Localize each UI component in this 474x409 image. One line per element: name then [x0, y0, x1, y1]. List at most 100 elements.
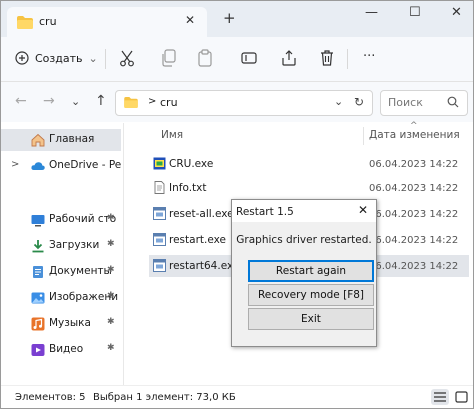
- exit-button[interactable]: Exit: [248, 308, 374, 330]
- sidebar-item-label: Видео: [49, 343, 84, 355]
- create-label: Создать: [35, 51, 83, 65]
- breadcrumb-cru[interactable]: cru: [160, 96, 178, 109]
- share-icon[interactable]: [281, 49, 297, 67]
- file-date: 06.04.2023 14:22: [369, 159, 459, 170]
- column-divider[interactable]: [363, 127, 364, 145]
- file-date: 06.04.2023 14:22: [369, 235, 459, 246]
- tab-title: cru: [39, 15, 57, 28]
- recovery-mode-button[interactable]: Recovery mode [F8]: [248, 284, 374, 306]
- refresh-icon[interactable]: ↻: [354, 95, 364, 109]
- dialog-title: Restart 1.5: [236, 206, 294, 218]
- pin-icon: ✱: [107, 343, 115, 353]
- sidebar-item-label: Музыка: [49, 317, 91, 329]
- dialog-close-icon[interactable]: ✕: [358, 203, 368, 217]
- sidebar-item-downloads[interactable]: Загрузки ✱: [1, 235, 121, 257]
- details-view-button[interactable]: [431, 389, 449, 405]
- sidebar-item-pictures[interactable]: Изображени ✱: [1, 287, 121, 309]
- pin-icon: ✱: [107, 317, 115, 327]
- music-icon: [31, 317, 45, 331]
- more-options-icon[interactable]: ···: [363, 49, 375, 64]
- tab-cru[interactable]: cru ✕: [7, 7, 207, 37]
- sidebar-item-label: Документы: [49, 265, 112, 277]
- close-window-button[interactable]: ✕: [451, 5, 462, 20]
- new-tab-button[interactable]: +: [223, 11, 236, 26]
- file-name: reset-all.exe: [169, 208, 234, 220]
- pin-icon: ✱: [107, 291, 115, 301]
- restart-dialog: Restart 1.5 ✕ Graphics driver restarted.…: [231, 199, 377, 347]
- sidebar-item-onedrive[interactable]: > OneDrive - Pers: [1, 155, 121, 177]
- toolbar-divider: [347, 49, 348, 69]
- file-name: restart.exe: [169, 234, 226, 246]
- documents-icon: [33, 266, 43, 278]
- details-view-icon: [434, 392, 446, 402]
- forward-button[interactable]: →: [43, 93, 55, 109]
- download-icon: [32, 240, 44, 253]
- folder-icon: [124, 97, 138, 108]
- status-bar: Элементов: 5 Выбран 1 элемент: 73,0 КБ: [1, 385, 473, 408]
- sidebar-item-desktop[interactable]: Рабочий сто ✱: [1, 209, 121, 231]
- column-header-date[interactable]: Дата изменения: [369, 129, 460, 141]
- video-icon: [31, 344, 45, 356]
- sidebar-item-label: OneDrive - Pers: [49, 159, 121, 171]
- sidebar-item-documents[interactable]: Документы ✱: [1, 261, 121, 283]
- pin-icon: ✱: [107, 213, 115, 223]
- search-box[interactable]: Поиск: [380, 90, 468, 116]
- sidebar-item-label: Главная: [49, 133, 95, 145]
- title-bar: cru ✕ + — ☐ ✕: [1, 1, 473, 37]
- address-bar[interactable]: > cru ⌄ ↻: [115, 90, 373, 116]
- tiles-view-button[interactable]: [453, 389, 471, 405]
- home-icon: [31, 133, 45, 147]
- file-date: 06.04.2023 14:22: [369, 261, 459, 272]
- navigation-bar: ← → ⌄ ↑ > cru ⌄ ↻ Поиск: [1, 82, 473, 122]
- dialog-title-bar[interactable]: Restart 1.5 ✕: [232, 200, 376, 222]
- pane-divider[interactable]: [123, 123, 124, 385]
- sidebar-item-music[interactable]: Музыка ✱: [1, 313, 121, 335]
- pictures-icon: [31, 292, 45, 304]
- search-icon: [447, 96, 459, 108]
- pin-icon: ✱: [107, 239, 115, 249]
- dialog-message: Graphics driver restarted.: [236, 234, 372, 246]
- copy-icon[interactable]: [161, 49, 177, 67]
- sidebar-item-videos[interactable]: Видео ✱: [1, 339, 121, 361]
- file-name: Info.txt: [169, 182, 207, 194]
- file-name: CRU.exe: [169, 158, 214, 170]
- breadcrumb-separator: >: [148, 96, 157, 107]
- maximize-button[interactable]: ☐: [409, 5, 421, 20]
- cut-icon[interactable]: [119, 49, 135, 67]
- exe-icon: [153, 259, 166, 272]
- create-button[interactable]: Создать ⌄: [15, 47, 98, 69]
- file-name: restart64.exe: [169, 260, 240, 272]
- file-date: 06.04.2023 14:22: [369, 209, 459, 220]
- exe-icon: [153, 233, 166, 246]
- file-row[interactable]: CRU.exe 06.04.2023 14:22: [149, 153, 469, 175]
- exe-icon: [153, 207, 166, 220]
- desktop-icon: [31, 215, 45, 227]
- pin-icon: ✱: [107, 265, 115, 275]
- back-button[interactable]: ←: [15, 93, 27, 109]
- rename-icon[interactable]: [241, 49, 257, 67]
- sidebar-item-home[interactable]: Главная: [1, 129, 121, 151]
- tab-close-icon[interactable]: ✕: [185, 13, 195, 27]
- plus-circle-icon: [15, 51, 29, 65]
- sidebar-item-label: Загрузки: [49, 239, 100, 251]
- paste-icon[interactable]: [197, 49, 213, 67]
- file-row[interactable]: Info.txt 06.04.2023 14:22: [149, 177, 469, 199]
- search-placeholder: Поиск: [388, 96, 423, 109]
- address-dropdown-icon[interactable]: ⌄: [334, 95, 343, 108]
- file-date: 06.04.2023 14:22: [369, 183, 459, 194]
- navigation-pane: Главная > OneDrive - Pers Рабочий сто ✱ …: [1, 123, 123, 385]
- selection-info: Выбран 1 элемент: 73,0 КБ: [93, 392, 236, 403]
- expand-chevron-icon[interactable]: >: [11, 159, 19, 170]
- folder-icon: [17, 16, 33, 29]
- minimize-button[interactable]: —: [365, 5, 378, 20]
- file-explorer-window: cru ✕ + — ☐ ✕ Создать ⌄ ··· ← → ⌄ ↑ > cr…: [0, 0, 474, 409]
- delete-icon[interactable]: [319, 49, 335, 67]
- exe-icon: [153, 157, 166, 170]
- restart-again-button[interactable]: Restart again: [248, 260, 374, 282]
- recent-locations-chevron-icon[interactable]: ⌄: [71, 95, 80, 108]
- toolbar-divider: [105, 49, 106, 69]
- chevron-down-icon: ⌄: [88, 51, 98, 65]
- text-file-icon: [154, 181, 165, 194]
- up-button[interactable]: ↑: [95, 93, 107, 109]
- column-header-name[interactable]: Имя: [161, 129, 183, 141]
